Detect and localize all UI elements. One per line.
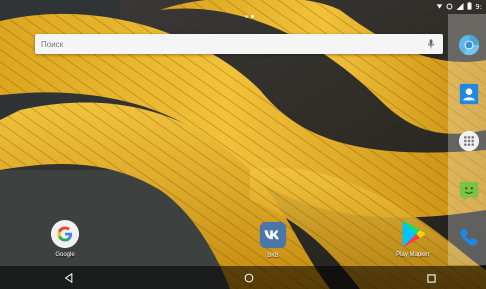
app-google[interactable]: Google	[40, 219, 90, 258]
battery-icon	[467, 2, 472, 12]
mic-icon[interactable]	[424, 37, 438, 51]
notification-icon	[436, 3, 443, 12]
status-time: 9:	[475, 3, 482, 11]
navigation-bar	[0, 266, 486, 289]
phone-icon[interactable]	[458, 226, 480, 248]
home-icon[interactable]	[243, 272, 255, 284]
app-label: Google	[55, 252, 75, 258]
vk-icon[interactable]	[258, 220, 288, 250]
page-indicator	[245, 15, 254, 18]
app-vk[interactable]: ВКВ	[248, 220, 298, 259]
status-icons: 9:	[436, 2, 482, 12]
messages-icon[interactable]	[458, 180, 480, 202]
app-play-store[interactable]: Play Маркет	[388, 219, 438, 258]
search-input[interactable]: Поиск	[41, 40, 424, 49]
page-dot	[245, 15, 248, 18]
app-label: Play Маркет	[396, 252, 430, 258]
android-home-screen: 9: Поиск Google ВКВ Play Маркет	[0, 0, 486, 289]
play-store-icon[interactable]	[398, 219, 428, 249]
signal-icon	[456, 2, 464, 12]
app-drawer-icon[interactable]	[458, 130, 480, 152]
search-bar[interactable]: Поиск	[35, 34, 443, 54]
chrome-icon[interactable]	[458, 34, 480, 56]
google-icon[interactable]	[50, 219, 80, 249]
app-label: ВКВ	[267, 253, 279, 259]
page-dot-active	[251, 15, 254, 18]
status-bar: 9:	[0, 0, 486, 14]
alarm-icon	[446, 3, 453, 12]
contacts-icon[interactable]	[458, 83, 480, 105]
back-icon[interactable]	[62, 272, 74, 284]
recents-icon[interactable]	[425, 272, 437, 284]
favorites-dock	[448, 14, 486, 265]
